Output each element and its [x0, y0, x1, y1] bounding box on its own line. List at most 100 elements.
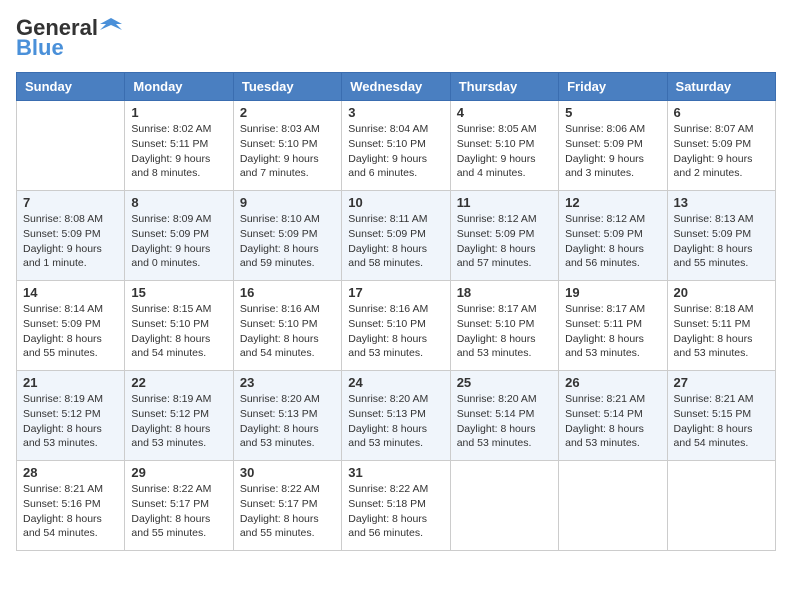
day-info: Sunrise: 8:08 AMSunset: 5:09 PMDaylight:… [23, 212, 118, 271]
calendar-day-cell: 31Sunrise: 8:22 AMSunset: 5:18 PMDayligh… [342, 461, 450, 551]
day-info: Sunrise: 8:10 AMSunset: 5:09 PMDaylight:… [240, 212, 335, 271]
day-number: 26 [565, 375, 660, 390]
calendar-day-cell: 22Sunrise: 8:19 AMSunset: 5:12 PMDayligh… [125, 371, 233, 461]
day-number: 15 [131, 285, 226, 300]
calendar-day-cell: 17 Sunrise: 8:16 AMSunset: 5:10 PMDayligh… [342, 281, 450, 371]
day-number: 12 [565, 195, 660, 210]
day-info: Sunrise: 8:12 AMSunset: 5:09 PMDaylight:… [565, 212, 660, 271]
day-info: Sunrise: 8:05 AMSunset: 5:10 PMDaylight:… [457, 122, 552, 181]
day-info: Sunrise: 8:21 AMSunset: 5:15 PMDaylight:… [674, 392, 769, 451]
day-number: 9 [240, 195, 335, 210]
day-info: Sunrise: 8:22 AMSunset: 5:17 PMDaylight:… [131, 482, 226, 541]
day-number: 16 [240, 285, 335, 300]
day-info: Sunrise: 8:03 AMSunset: 5:10 PMDaylight:… [240, 122, 335, 181]
calendar-day-cell: 11 Sunrise: 8:12 AMSunset: 5:09 PMDayligh… [450, 191, 558, 281]
day-info: Sunrise: 8:20 AMSunset: 5:13 PMDaylight:… [240, 392, 335, 451]
calendar-day-cell: 12 Sunrise: 8:12 AMSunset: 5:09 PMDayligh… [559, 191, 667, 281]
day-number: 1 [131, 105, 226, 120]
calendar-day-cell: 21 Sunrise: 8:19 AMSunset: 5:12 PMDayligh… [17, 371, 125, 461]
calendar-empty-cell [559, 461, 667, 551]
day-number: 11 [457, 195, 552, 210]
calendar-header-row: SundayMondayTuesdayWednesdayThursdayFrid… [17, 73, 776, 101]
day-number: 17 [348, 285, 443, 300]
calendar-day-cell: 20 Sunrise: 8:18 AMSunset: 5:11 PMDayligh… [667, 281, 775, 371]
calendar-empty-cell [450, 461, 558, 551]
calendar-day-cell: 23 Sunrise: 8:20 AMSunset: 5:13 PMDayligh… [233, 371, 341, 461]
day-info: Sunrise: 8:14 AMSunset: 5:09 PMDaylight:… [23, 302, 118, 361]
day-number: 21 [23, 375, 118, 390]
calendar-day-cell: 3 Sunrise: 8:04 AMSunset: 5:10 PMDaylight… [342, 101, 450, 191]
calendar-week-row: 28 Sunrise: 8:21 AMSunset: 5:16 PMDayligh… [17, 461, 776, 551]
calendar-day-cell: 5Sunrise: 8:06 AMSunset: 5:09 PMDaylight… [559, 101, 667, 191]
calendar-table: SundayMondayTuesdayWednesdayThursdayFrid… [16, 72, 776, 551]
calendar-day-cell: 15 Sunrise: 8:15 AMSunset: 5:10 PMDayligh… [125, 281, 233, 371]
day-info: Sunrise: 8:18 AMSunset: 5:11 PMDaylight:… [674, 302, 769, 361]
logo: General Blue [16, 16, 122, 60]
day-number: 29 [131, 465, 226, 480]
calendar-week-row: 21 Sunrise: 8:19 AMSunset: 5:12 PMDayligh… [17, 371, 776, 461]
calendar-day-cell: 30 Sunrise: 8:22 AMSunset: 5:17 PMDayligh… [233, 461, 341, 551]
day-info: Sunrise: 8:11 AMSunset: 5:09 PMDaylight:… [348, 212, 443, 271]
day-number: 23 [240, 375, 335, 390]
calendar-empty-cell [667, 461, 775, 551]
day-info: Sunrise: 8:21 AMSunset: 5:14 PMDaylight:… [565, 392, 660, 451]
weekday-header: Tuesday [233, 73, 341, 101]
day-info: Sunrise: 8:15 AMSunset: 5:10 PMDaylight:… [131, 302, 226, 361]
calendar-week-row: 1 Sunrise: 8:02 AMSunset: 5:11 PMDaylight… [17, 101, 776, 191]
day-number: 22 [131, 375, 226, 390]
day-info: Sunrise: 8:07 AMSunset: 5:09 PMDaylight:… [674, 122, 769, 181]
calendar-day-cell: 2 Sunrise: 8:03 AMSunset: 5:10 PMDaylight… [233, 101, 341, 191]
weekday-header: Thursday [450, 73, 558, 101]
day-info: Sunrise: 8:22 AMSunset: 5:18 PMDaylight:… [348, 482, 443, 541]
logo-blue-text: Blue [16, 36, 64, 60]
calendar-week-row: 7Sunrise: 8:08 AMSunset: 5:09 PMDaylight… [17, 191, 776, 281]
day-number: 13 [674, 195, 769, 210]
day-number: 5 [565, 105, 660, 120]
calendar-day-cell: 16 Sunrise: 8:16 AMSunset: 5:10 PMDayligh… [233, 281, 341, 371]
day-info: Sunrise: 8:20 AMSunset: 5:14 PMDaylight:… [457, 392, 552, 451]
calendar-day-cell: 25Sunrise: 8:20 AMSunset: 5:14 PMDayligh… [450, 371, 558, 461]
weekday-header: Wednesday [342, 73, 450, 101]
calendar-day-cell: 8 Sunrise: 8:09 AMSunset: 5:09 PMDaylight… [125, 191, 233, 281]
day-number: 4 [457, 105, 552, 120]
day-number: 3 [348, 105, 443, 120]
day-info: Sunrise: 8:02 AMSunset: 5:11 PMDaylight:… [131, 122, 226, 181]
weekday-header: Sunday [17, 73, 125, 101]
day-info: Sunrise: 8:16 AMSunset: 5:10 PMDaylight:… [348, 302, 443, 361]
day-number: 10 [348, 195, 443, 210]
day-number: 6 [674, 105, 769, 120]
day-number: 19 [565, 285, 660, 300]
calendar-day-cell: 26 Sunrise: 8:21 AMSunset: 5:14 PMDayligh… [559, 371, 667, 461]
calendar-day-cell: 28 Sunrise: 8:21 AMSunset: 5:16 PMDayligh… [17, 461, 125, 551]
day-info: Sunrise: 8:04 AMSunset: 5:10 PMDaylight:… [348, 122, 443, 181]
day-info: Sunrise: 8:16 AMSunset: 5:10 PMDaylight:… [240, 302, 335, 361]
day-number: 2 [240, 105, 335, 120]
day-number: 30 [240, 465, 335, 480]
weekday-header: Friday [559, 73, 667, 101]
calendar-day-cell: 19Sunrise: 8:17 AMSunset: 5:11 PMDayligh… [559, 281, 667, 371]
day-number: 20 [674, 285, 769, 300]
calendar-day-cell: 1 Sunrise: 8:02 AMSunset: 5:11 PMDaylight… [125, 101, 233, 191]
calendar-day-cell: 10 Sunrise: 8:11 AMSunset: 5:09 PMDayligh… [342, 191, 450, 281]
calendar-day-cell: 29 Sunrise: 8:22 AMSunset: 5:17 PMDayligh… [125, 461, 233, 551]
calendar-day-cell: 9 Sunrise: 8:10 AMSunset: 5:09 PMDaylight… [233, 191, 341, 281]
calendar-day-cell: 7Sunrise: 8:08 AMSunset: 5:09 PMDaylight… [17, 191, 125, 281]
day-info: Sunrise: 8:09 AMSunset: 5:09 PMDaylight:… [131, 212, 226, 271]
day-info: Sunrise: 8:21 AMSunset: 5:16 PMDaylight:… [23, 482, 118, 541]
day-info: Sunrise: 8:22 AMSunset: 5:17 PMDaylight:… [240, 482, 335, 541]
calendar-day-cell: 27Sunrise: 8:21 AMSunset: 5:15 PMDayligh… [667, 371, 775, 461]
calendar-day-cell: 6 Sunrise: 8:07 AMSunset: 5:09 PMDaylight… [667, 101, 775, 191]
day-info: Sunrise: 8:12 AMSunset: 5:09 PMDaylight:… [457, 212, 552, 271]
page-header: General Blue [16, 16, 776, 60]
day-number: 14 [23, 285, 118, 300]
day-info: Sunrise: 8:19 AMSunset: 5:12 PMDaylight:… [23, 392, 118, 451]
day-number: 8 [131, 195, 226, 210]
day-number: 28 [23, 465, 118, 480]
calendar-week-row: 14 Sunrise: 8:14 AMSunset: 5:09 PMDayligh… [17, 281, 776, 371]
calendar-day-cell: 13 Sunrise: 8:13 AMSunset: 5:09 PMDayligh… [667, 191, 775, 281]
day-info: Sunrise: 8:17 AMSunset: 5:10 PMDaylight:… [457, 302, 552, 361]
day-info: Sunrise: 8:13 AMSunset: 5:09 PMDaylight:… [674, 212, 769, 271]
logo-bird-icon [100, 16, 122, 38]
day-info: Sunrise: 8:20 AMSunset: 5:13 PMDaylight:… [348, 392, 443, 451]
calendar-empty-cell [17, 101, 125, 191]
